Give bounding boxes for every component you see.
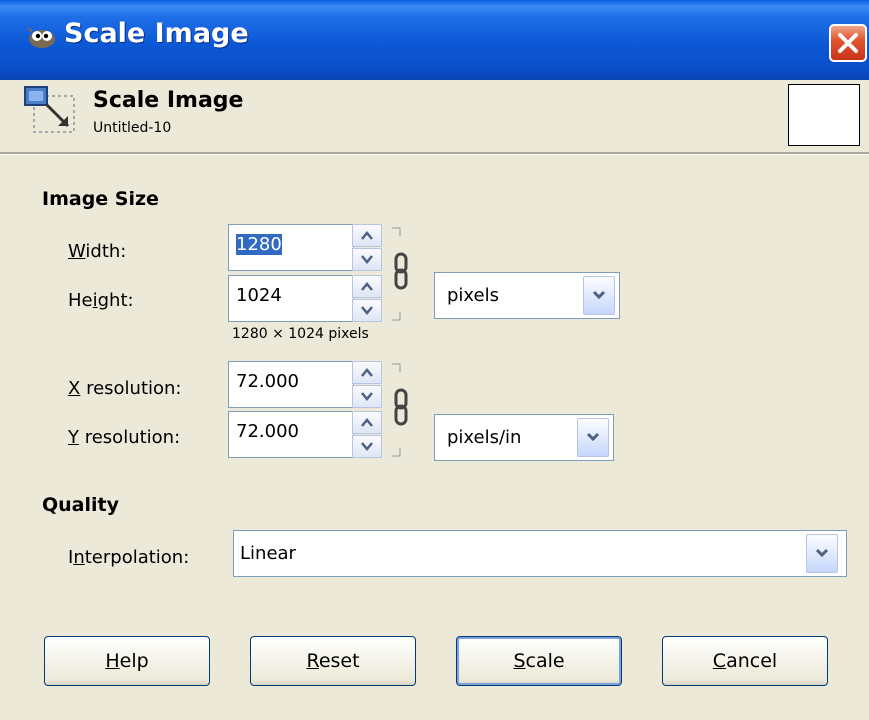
width-increment[interactable] [352,224,382,247]
title-bar[interactable]: Scale Image [0,0,869,80]
chevron-up-icon [361,368,373,377]
width-label: Width: [68,241,127,262]
close-button[interactable] [829,24,867,62]
resolution-unit-select[interactable]: pixels/in [434,414,614,461]
y-resolution-spinner[interactable] [352,411,382,458]
chevron-up-icon [361,231,373,240]
header-title: Scale Image [93,88,244,113]
y-resolution-input[interactable]: 72.000 [228,411,354,458]
height-spinner[interactable] [352,275,382,322]
size-unit-select[interactable]: pixels [434,272,620,319]
x-resolution-label: X resolution: [68,378,182,399]
interpolation-label: Interpolation: [68,547,190,568]
size-unit-dropdown-arrow[interactable] [583,276,615,315]
scale-image-icon [24,86,75,133]
window-title: Scale Image [64,18,249,49]
chevron-down-icon [361,255,373,264]
reset-button[interactable]: Reset [250,636,416,686]
chevron-down-icon [361,442,373,451]
width-spinner[interactable] [352,224,382,271]
cancel-button[interactable]: Cancel [662,636,828,686]
chevron-down-icon [586,432,600,442]
header-subtitle: Untitled-10 [93,120,172,136]
preview-thumbnail [788,84,860,146]
y-resolution-increment[interactable] [352,411,382,434]
interpolation-select[interactable]: Linear [233,530,847,577]
gimp-icon [27,27,55,48]
height-label: Height: [68,290,134,311]
chain-link-icon[interactable] [390,226,414,322]
section-quality: Quality [42,494,119,516]
chain-link-icon[interactable] [390,362,414,458]
chevron-down-icon [592,290,606,300]
section-image-size: Image Size [42,188,159,210]
chevron-up-icon [361,282,373,291]
interpolation-dropdown-arrow[interactable] [806,534,838,573]
scale-button[interactable]: Scale [456,636,622,686]
height-decrement[interactable] [352,299,382,322]
chevron-down-icon [361,392,373,401]
y-resolution-decrement[interactable] [352,435,382,458]
resolution-unit-dropdown-arrow[interactable] [577,418,609,457]
dialog-body [0,80,869,720]
y-resolution-label: Y resolution: [68,427,181,448]
x-resolution-input[interactable]: 72.000 [228,361,354,408]
chevron-down-icon [361,306,373,315]
dimensions-readout: 1280 × 1024 pixels [232,326,369,342]
close-icon [838,33,858,53]
width-decrement[interactable] [352,248,382,271]
help-button[interactable]: Help [44,636,210,686]
width-input[interactable]: 1280 [228,224,354,271]
x-resolution-increment[interactable] [352,361,382,384]
chevron-up-icon [361,418,373,427]
chevron-down-icon [815,548,829,558]
x-resolution-decrement[interactable] [352,385,382,408]
height-input[interactable]: 1024 [228,275,354,322]
header-separator [0,152,869,155]
x-resolution-spinner[interactable] [352,361,382,408]
height-increment[interactable] [352,275,382,298]
